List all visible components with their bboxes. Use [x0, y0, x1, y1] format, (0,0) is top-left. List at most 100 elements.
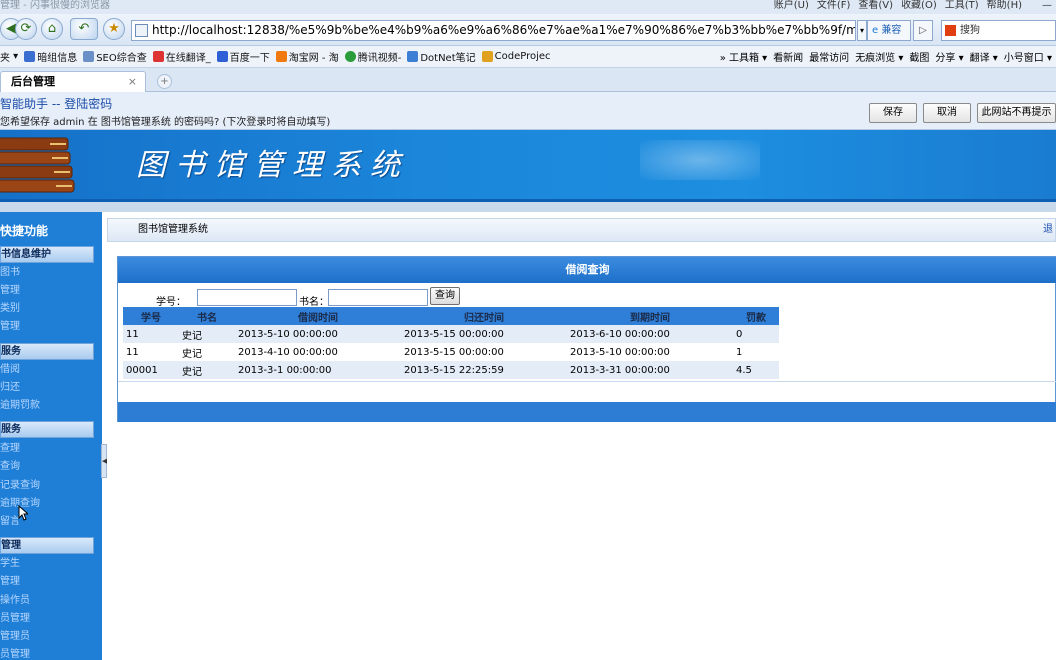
fav-item[interactable]: 暗组信息 — [24, 49, 77, 64]
favorites-tools: » 工具箱 ▾ 看新闻 最常访问 无痕浏览 ▾ 截图 分享 ▾ 翻译 ▾ 小号窗… — [720, 46, 1052, 67]
fav-tool[interactable]: 截图 — [909, 49, 929, 64]
sidebar-group-service[interactable]: 服务 — [0, 343, 94, 360]
sidebar-item[interactable]: 归还 — [0, 379, 94, 397]
sidebar-item[interactable]: 借阅 — [0, 361, 94, 379]
column-header: 书名 — [179, 307, 235, 325]
fav-tool[interactable]: 无痕浏览 ▾ — [855, 49, 903, 64]
fav-item[interactable]: DotNet笔记 — [407, 49, 476, 64]
save-password-button[interactable]: 保存 — [869, 103, 917, 123]
sidebar-group-book-maintenance[interactable]: 书信息维护 — [0, 246, 94, 263]
fav-item[interactable]: 夹 ▾ — [0, 49, 18, 64]
sidebar-item[interactable]: 查询 — [0, 458, 94, 476]
sidebar-item[interactable]: 查理 — [0, 440, 94, 458]
menu-view[interactable]: 查看(V) — [858, 0, 893, 12]
cell-student-id: 00001 — [123, 361, 179, 379]
app-title: 图书馆管理系统 — [136, 148, 409, 183]
sidebar-header: 快捷功能 — [0, 224, 49, 238]
cell-borrow-time: 2013-5-10 00:00:00 — [235, 325, 401, 343]
fav-tool[interactable]: 翻译 ▾ — [970, 49, 998, 64]
menu-account[interactable]: 账户(U) — [774, 0, 809, 12]
menu-tools[interactable]: 工具(T) — [945, 0, 979, 12]
fav-item[interactable]: 腾讯视频- — [344, 49, 401, 64]
tab-admin[interactable]: 后台管理 × — [0, 71, 146, 92]
fav-icon — [216, 51, 228, 62]
column-header: 学号 — [123, 307, 179, 325]
cell-due-time: 2013-5-10 00:00:00 — [567, 343, 733, 361]
panel-footer — [118, 402, 1056, 422]
cell-fine: 1 — [733, 343, 779, 361]
minimize-button[interactable]: — — [1042, 0, 1052, 11]
cell-fine: 4.5 — [733, 361, 779, 379]
sidebar-item[interactable]: 逾期查询 — [0, 495, 94, 513]
sidebar-item[interactable]: 留言 — [0, 513, 94, 531]
search-button[interactable]: 查询 — [430, 287, 460, 305]
breadcrumb-text: 图书馆管理系统 — [138, 224, 208, 235]
table-header-row: 学号 书名 借阅时间 归还时间 到期时间 罚款 — [123, 307, 779, 325]
cell-book-name: 史记 — [179, 361, 235, 379]
go-icon[interactable]: ▷ — [913, 20, 933, 41]
sidebar-item[interactable]: 员管理 — [0, 610, 94, 628]
panel-title: 借阅查询 — [118, 257, 1056, 283]
never-prompt-button[interactable]: 此网站不再提示 — [977, 103, 1056, 123]
fav-icon — [275, 51, 287, 62]
book-name-label: 书名： — [299, 297, 329, 308]
student-id-input[interactable] — [197, 289, 297, 306]
fav-tool[interactable]: » 工具箱 ▾ — [720, 49, 768, 64]
search-box[interactable]: 搜狗 — [941, 20, 1056, 41]
sidebar-item[interactable]: 管理 — [0, 318, 94, 336]
refresh-icon[interactable]: ⟳ — [15, 18, 37, 40]
borrow-records-table: 学号 书名 借阅时间 归还时间 到期时间 罚款 11 史记 2013-5-10 … — [123, 307, 779, 379]
fav-icon — [407, 51, 419, 62]
table-row[interactable]: 11 史记 2013-4-10 00:00:00 2013-5-15 00:00… — [123, 343, 779, 361]
fav-item[interactable]: SEO综合查 — [83, 49, 147, 64]
close-icon[interactable]: × — [128, 72, 137, 91]
sidebar-group-query-service[interactable]: 服务 — [0, 421, 94, 438]
sidebar-item[interactable]: 图书 — [0, 264, 94, 282]
cell-borrow-time: 2013-3-1 00:00:00 — [235, 361, 401, 379]
cell-return-time: 2013-5-15 00:00:00 — [401, 343, 567, 361]
address-dropdown-icon[interactable]: ▾ — [857, 20, 867, 41]
sidebar-item[interactable]: 逾期罚款 — [0, 397, 94, 415]
fav-tool[interactable]: 分享 ▾ — [935, 49, 963, 64]
cell-due-time: 2013-6-10 00:00:00 — [567, 325, 733, 343]
sidebar-item[interactable]: 管理 — [0, 573, 94, 591]
new-tab-icon[interactable]: + — [157, 74, 172, 89]
cancel-password-button[interactable]: 取消 — [923, 103, 971, 123]
fav-tool[interactable]: 小号窗口 ▾ — [1004, 49, 1052, 64]
table-row[interactable]: 00001 史记 2013-3-1 00:00:00 2013-5-15 22:… — [123, 361, 779, 379]
sidebar-item[interactable]: 员管理 — [0, 646, 94, 660]
home-icon[interactable]: ⌂ — [41, 18, 63, 40]
sidebar-item[interactable]: 类别 — [0, 300, 94, 318]
banner-glow — [640, 140, 760, 180]
sidebar-item[interactable]: 管理员 — [0, 628, 94, 646]
sidebar-item[interactable]: 操作员 — [0, 592, 94, 610]
undo-icon[interactable]: ↶ — [70, 18, 98, 40]
fav-tool[interactable]: 看新闻 — [773, 49, 803, 64]
menu-help[interactable]: 帮助(H) — [987, 0, 1022, 12]
book-name-input[interactable] — [328, 289, 428, 306]
fav-item[interactable]: 百度一下 — [216, 49, 270, 64]
sidebar-group-management[interactable]: 管理 — [0, 537, 94, 554]
logout-link[interactable]: 退 — [1043, 219, 1053, 241]
sidebar-item[interactable]: 管理 — [0, 282, 94, 300]
banner-divider — [0, 202, 1056, 212]
fav-tool[interactable]: 最常访问 — [809, 49, 849, 64]
main-content: 图书馆管理系统 退 借阅查询 学号： 书名： 查询 学号 书名 借阅时间 归还时… — [107, 212, 1056, 660]
menu-favorites[interactable]: 收藏(O) — [901, 0, 937, 12]
fav-icon — [344, 51, 356, 62]
favorites-bar: 夹 ▾ 暗组信息 SEO综合查 在线翻译_ 百度一下 淘宝网 - 淘 腾讯视频-… — [0, 46, 1056, 68]
address-bar[interactable]: http://localhost:12838/%e5%9b%be%e4%b9%a… — [131, 20, 856, 41]
fav-item[interactable]: 淘宝网 - 淘 — [275, 49, 339, 64]
fav-item[interactable]: 在线翻译_ — [152, 49, 211, 64]
star-icon[interactable]: ★ — [103, 18, 125, 40]
menu-file[interactable]: 文件(F) — [817, 0, 851, 12]
table-row[interactable]: 11 史记 2013-5-10 00:00:00 2013-5-15 00:00… — [123, 325, 779, 343]
app-banner: 图书馆管理系统 — [0, 130, 1056, 199]
fav-item[interactable]: CodeProjec — [481, 51, 551, 62]
password-prompt-title: 智能助手 -- 登陆密码 — [0, 97, 113, 111]
sidebar-item[interactable]: 记录查询 — [0, 477, 94, 495]
sidebar-item[interactable]: 学生 — [0, 555, 94, 573]
browser-menu-bar: 账户(U) 文件(F) 查看(V) 收藏(O) 工具(T) 帮助(H) — [774, 0, 1022, 12]
cell-student-id: 11 — [123, 343, 179, 361]
compat-mode-button[interactable]: e 兼容 — [867, 20, 911, 41]
